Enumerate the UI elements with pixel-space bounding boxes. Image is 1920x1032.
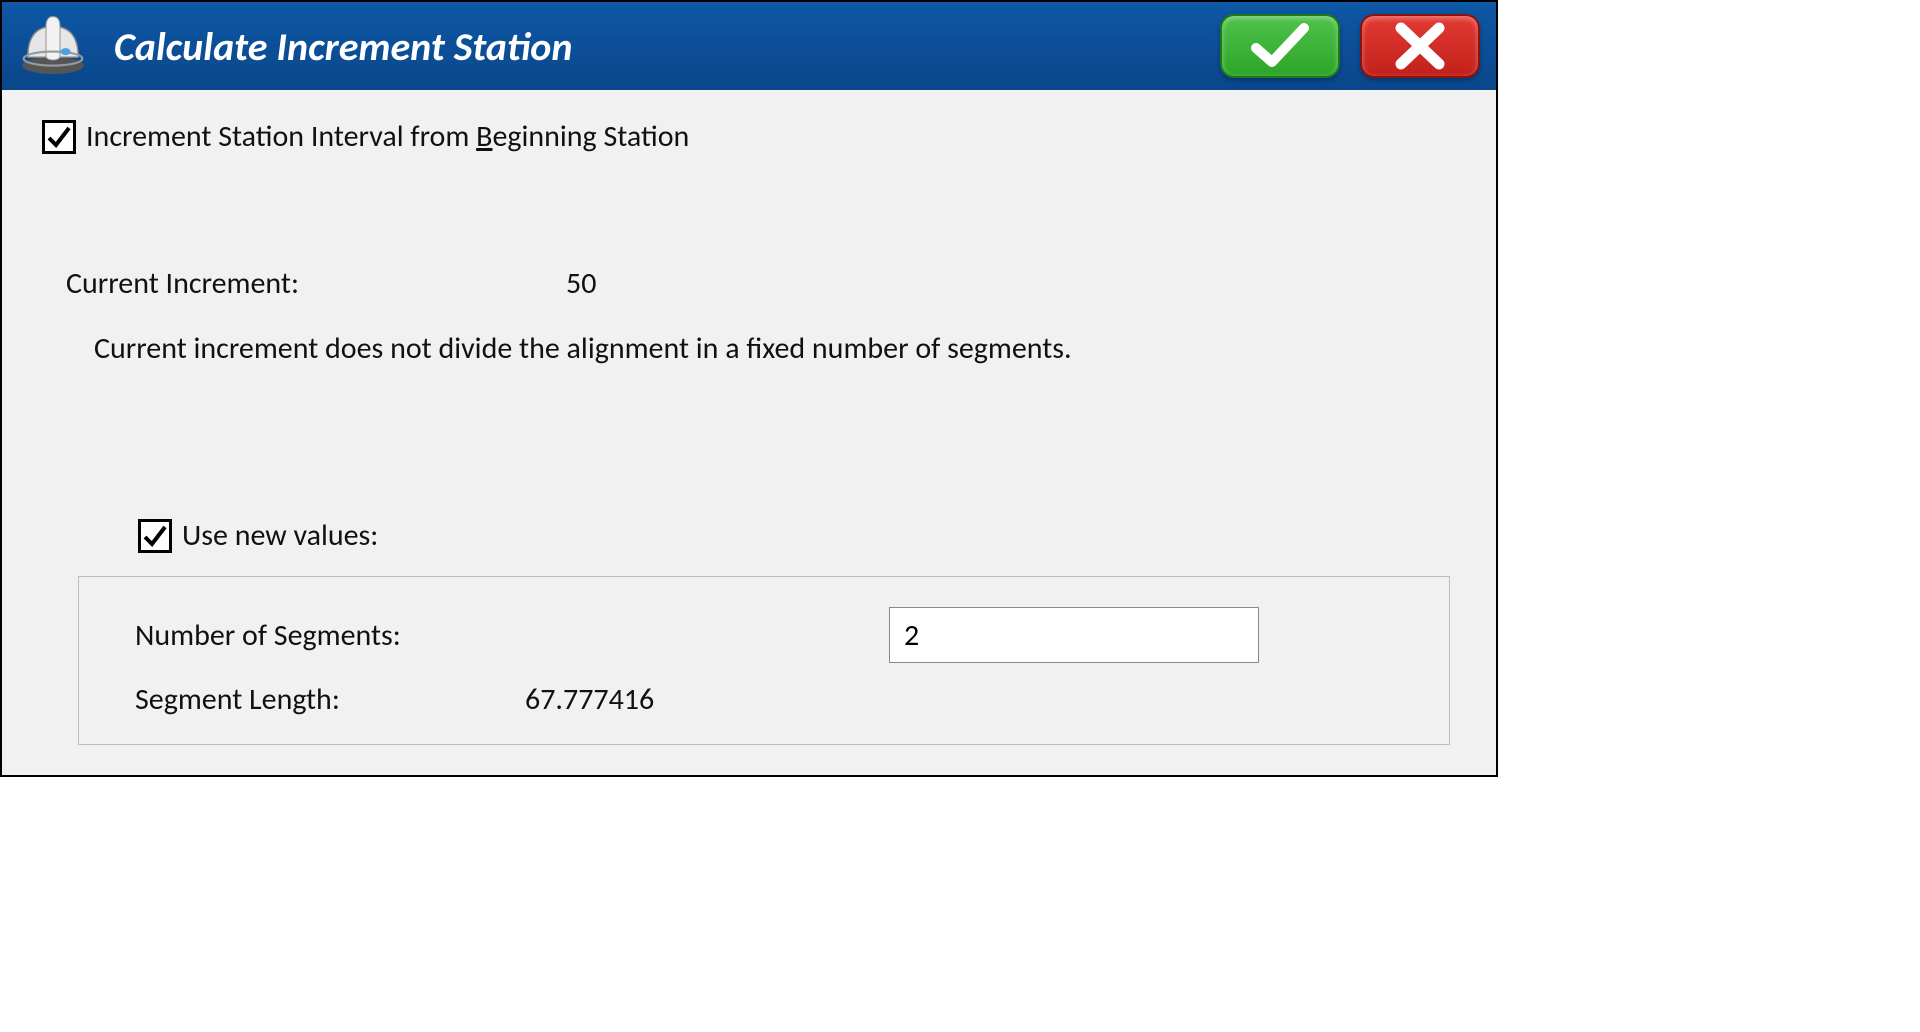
segment-length-value: 67.777416	[525, 681, 654, 718]
use-new-values-checkbox[interactable]	[138, 519, 172, 553]
check-icon	[1250, 22, 1310, 70]
increment-from-beginning-checkbox[interactable]	[42, 120, 76, 154]
current-increment-block: Current Increment: 50 Current increment …	[42, 265, 1456, 367]
checkmark-icon	[46, 124, 72, 150]
dialog-calculate-increment-station: Calculate Increment Station	[0, 0, 1498, 777]
current-increment-value: 50	[566, 265, 596, 302]
ok-button[interactable]	[1220, 14, 1340, 78]
hardhat-icon	[18, 11, 88, 81]
number-of-segments-label: Number of Segments:	[135, 617, 525, 654]
use-new-values-row: Use new values:	[42, 517, 1456, 554]
current-increment-label: Current Increment:	[66, 265, 566, 302]
checkmark-icon	[142, 523, 168, 549]
number-of-segments-input[interactable]	[889, 607, 1259, 663]
titlebar: Calculate Increment Station	[2, 2, 1496, 90]
x-icon	[1393, 22, 1447, 70]
increment-from-beginning-row: Increment Station Interval from Beginnin…	[42, 118, 1456, 155]
segment-length-label: Segment Length:	[135, 681, 525, 718]
label-mnemonic: B	[476, 118, 492, 155]
increment-from-beginning-label: Increment Station Interval from Beginnin…	[86, 118, 689, 155]
dialog-body: Increment Station Interval from Beginnin…	[2, 90, 1496, 775]
label-part: Increment Station Interval from	[86, 118, 476, 155]
label-part: eginning Station	[492, 118, 689, 155]
current-increment-message: Current increment does not divide the al…	[66, 330, 1456, 367]
use-new-values-label: Use new values:	[182, 517, 378, 554]
dialog-title: Calculate Increment Station	[108, 22, 1200, 71]
cancel-button[interactable]	[1360, 14, 1480, 78]
new-values-frame: Number of Segments: Segment Length: 67.7…	[78, 576, 1450, 745]
